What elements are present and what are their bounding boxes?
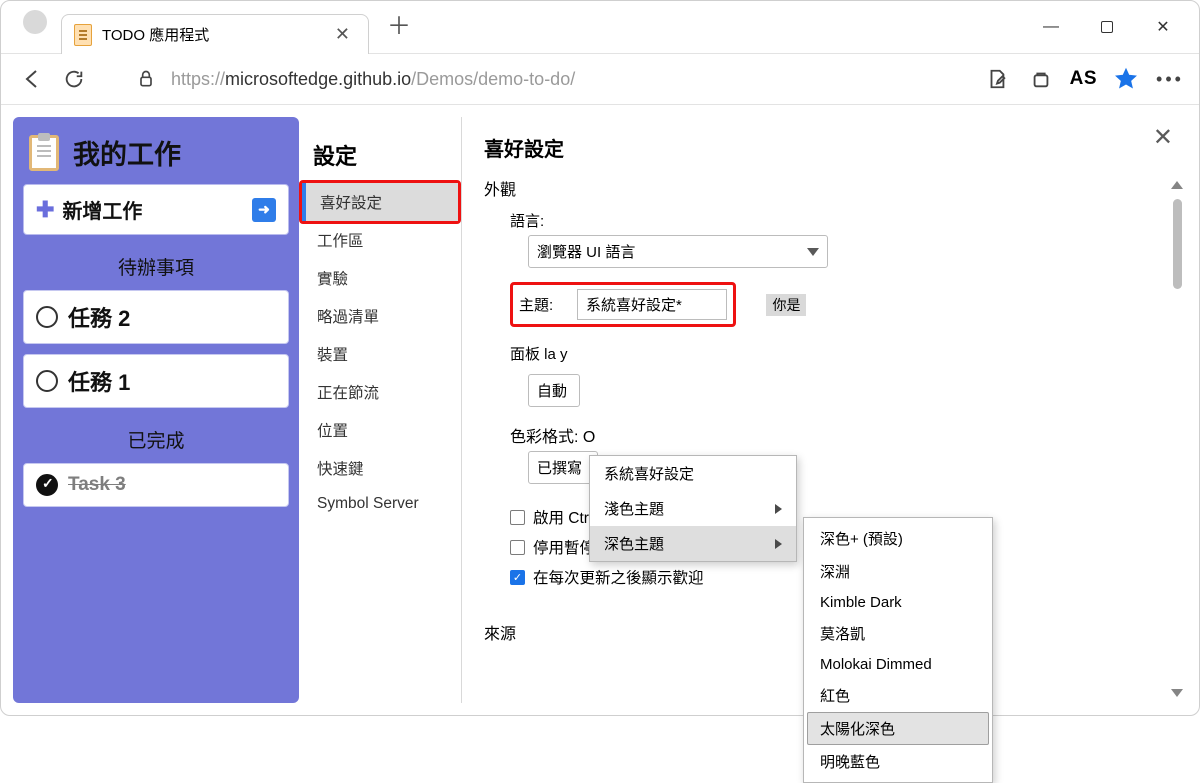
dark-theme-submenu: 深色+ (預設) 深淵 Kimble Dark 莫洛凱 Molokai Dimm… [803, 517, 993, 783]
tasks-sidebar: 我的工作 ✚ 新增工作 ➜ 待辦事項 任務 2 任務 1 已完成 Task 3 [13, 117, 299, 703]
favorite-star-icon[interactable] [1111, 64, 1141, 94]
clipboard-icon [29, 135, 59, 171]
window-minimize-button[interactable]: — [1029, 11, 1073, 43]
task-item[interactable]: 任務 2 [23, 290, 289, 344]
color-format-value: 已撰寫 [537, 457, 582, 478]
settings-nav-item-preferences[interactable]: 喜好設定 [302, 183, 458, 221]
panel-layout-label: 面板 la y [510, 343, 570, 364]
url-path: /Demos/demo-to-do/ [411, 69, 575, 89]
checkbox-checked-icon[interactable]: ✓ [510, 570, 525, 585]
tab-title: TODO 應用程式 [102, 24, 209, 45]
task-label: 任務 2 [68, 301, 130, 333]
settings-nav-item-locations[interactable]: 位置 [299, 411, 461, 449]
settings-nav-item-ignore-list[interactable]: 略過清單 [299, 297, 461, 335]
settings-nav-item-throttling[interactable]: 正在節流 [299, 373, 461, 411]
lock-icon [129, 62, 163, 96]
panel-layout-value: 自動 [537, 380, 567, 401]
language-label: 語言: [510, 210, 1165, 231]
submit-task-button[interactable]: ➜ [252, 198, 276, 222]
color-format-label: 色彩格式: O [510, 423, 1165, 447]
close-panel-button[interactable]: ✕ [1153, 123, 1173, 152]
profile-avatar[interactable] [23, 10, 47, 34]
settings-nav-item-symbol-server[interactable]: Symbol Server [299, 487, 461, 521]
theme-label: 主題: [519, 294, 563, 315]
tasks-title: 我的工作 [73, 133, 181, 172]
close-tab-button[interactable]: ✕ [329, 24, 356, 45]
dark-theme-option[interactable]: Kimble Dark [804, 588, 992, 617]
color-format-select[interactable]: 已撰寫 [528, 451, 598, 484]
collections-icon[interactable] [1026, 64, 1056, 94]
settings-nav-item-devices[interactable]: 裝置 [299, 335, 461, 373]
language-select[interactable]: 瀏覽器 UI 語言 [528, 235, 828, 268]
dark-theme-option[interactable]: 深色+ (預設) [804, 522, 992, 555]
menu-item-label: 系統喜好設定 [604, 463, 694, 484]
unchecked-circle-icon[interactable] [36, 370, 58, 392]
panel-title: 喜好設定 [484, 133, 1165, 162]
edit-page-icon[interactable] [982, 64, 1012, 94]
settings-nav-item-experiments[interactable]: 實驗 [299, 259, 461, 297]
chevron-right-icon [775, 539, 782, 549]
browser-tab[interactable]: TODO 應用程式 ✕ [61, 14, 369, 54]
scroll-up-icon[interactable] [1171, 181, 1183, 189]
menu-item-label: 淺色主題 [604, 498, 664, 519]
checkbox-unchecked-icon[interactable] [510, 540, 525, 555]
back-button[interactable] [15, 62, 49, 96]
appearance-group-label: 外觀 [484, 176, 1165, 200]
chevron-right-icon [775, 504, 782, 514]
theme-menu-item-dark[interactable]: 深色主題 [590, 526, 796, 561]
checkbox-unchecked-icon[interactable] [510, 510, 525, 525]
settings-nav: 設定 喜好設定 工作區 實驗 略過清單 裝置 正在節流 位置 快速鍵 Symbo… [299, 117, 462, 703]
theme-menu: 系統喜好設定 淺色主題 深色主題 [589, 455, 797, 562]
plus-icon: ✚ [36, 197, 54, 223]
scrollbar[interactable] [1169, 181, 1184, 697]
settings-nav-item-shortcuts[interactable]: 快速鍵 [299, 449, 461, 487]
task-item-done[interactable]: Task 3 [23, 463, 289, 507]
unchecked-circle-icon[interactable] [36, 306, 58, 328]
url-scheme: https:// [171, 69, 225, 89]
reload-button[interactable] [57, 62, 91, 96]
dark-theme-option[interactable]: 明晚藍色 [804, 745, 992, 778]
panel-layout-select[interactable]: 自動 [528, 374, 580, 407]
address-bar[interactable]: https://microsoftedge.github.io/Demos/de… [171, 69, 966, 90]
theme-menu-item-system[interactable]: 系統喜好設定 [590, 456, 796, 491]
dark-theme-option[interactable]: 莫洛凱 [804, 617, 992, 650]
window-close-button[interactable]: ✕ [1141, 11, 1185, 43]
dark-theme-option[interactable]: Molokai Dimmed [804, 650, 992, 679]
pending-section-label: 待辦事項 [23, 245, 289, 280]
new-tab-button[interactable]: ＋ [369, 6, 429, 49]
language-value: 瀏覽器 UI 語言 [537, 241, 635, 262]
profile-label[interactable]: AS [1070, 68, 1097, 90]
add-task-label: 新增工作 [62, 195, 142, 224]
dark-theme-option[interactable]: 深淵 [804, 555, 992, 588]
url-host: microsoftedge.github.io [225, 69, 411, 89]
dark-theme-option[interactable]: 紅色 [804, 679, 992, 712]
checked-circle-icon[interactable] [36, 474, 58, 496]
checkbox-label: 在每次更新之後顯示歡迎 [533, 566, 704, 588]
task-item[interactable]: 任務 1 [23, 354, 289, 408]
clipboard-icon [74, 24, 92, 46]
done-section-label: 已完成 [23, 418, 289, 453]
chevron-down-icon [807, 248, 819, 256]
theme-menu-item-light[interactable]: 淺色主題 [590, 491, 796, 526]
menu-item-label: 深色主題 [604, 533, 664, 554]
task-label: 任務 1 [68, 365, 130, 397]
scroll-thumb[interactable] [1173, 199, 1182, 289]
settings-nav-item-workspace[interactable]: 工作區 [299, 221, 461, 259]
theme-select[interactable]: 系統喜好設定* [577, 289, 727, 320]
settings-title: 設定 [299, 135, 461, 183]
add-task-button[interactable]: ✚ 新增工作 ➜ [23, 184, 289, 235]
window-maximize-button[interactable] [1085, 11, 1129, 43]
dark-theme-option-selected[interactable]: 太陽化深色 [807, 712, 989, 745]
more-menu-button[interactable]: ••• [1155, 64, 1185, 94]
partial-text: 你是 [766, 294, 806, 316]
task-label: Task 3 [68, 474, 126, 496]
scroll-down-icon[interactable] [1171, 689, 1183, 697]
